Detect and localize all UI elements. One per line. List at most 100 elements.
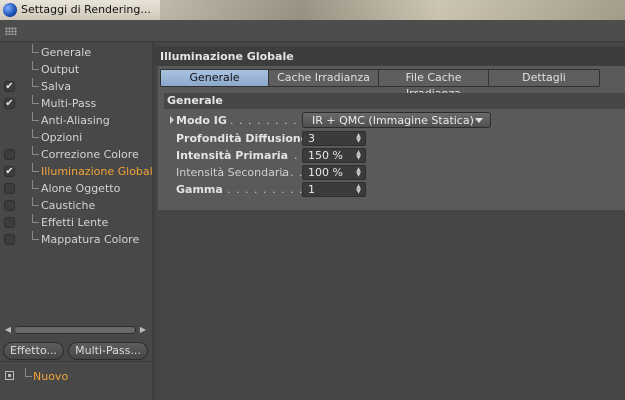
sidebar-item-label: Output	[41, 63, 80, 76]
separator	[0, 361, 152, 362]
expand-arrow-icon[interactable]	[170, 116, 174, 124]
stepper-icon[interactable]: ▲ ▼	[355, 133, 362, 144]
tree-branch	[32, 78, 39, 87]
checkbox[interactable]	[4, 149, 15, 160]
sidebar-item-label: Alone Oggetto	[41, 182, 121, 195]
gamma-label: Gamma	[176, 183, 223, 196]
checkbox[interactable]	[4, 217, 15, 228]
sidebar-item[interactable]: Caustiche	[0, 197, 152, 214]
sidebar-item-label: Anti-Aliasing	[41, 114, 110, 127]
grip-icon[interactable]	[5, 27, 17, 35]
tree-branch	[32, 163, 39, 172]
panel-header: Illuminazione Globale	[155, 47, 625, 66]
mode-dropdown[interactable]: IR + QMC (Immagine Statica)	[302, 112, 491, 128]
gamma-value: 1	[308, 183, 315, 196]
primary-dots: . . .	[276, 149, 299, 162]
sidebar-item[interactable]: Anti-Aliasing	[0, 112, 152, 129]
menu-bar	[0, 20, 625, 42]
tree-branch	[32, 95, 39, 104]
sidebar-item[interactable]: Correzione Colore	[0, 146, 152, 163]
checkbox-checked[interactable]: ✔	[4, 98, 15, 109]
tab-bar: Generale Cache Irradianza File Cache Irr…	[160, 69, 600, 100]
sidebar-item[interactable]: ✔ Multi-Pass	[0, 95, 152, 112]
render-setting-label: Nuovo	[33, 370, 69, 383]
sidebar-item-label: Multi-Pass	[41, 97, 97, 110]
tab-generale[interactable]: Generale	[161, 70, 269, 86]
stepper-icon[interactable]: ▲ ▼	[355, 167, 362, 178]
group-title: Generale	[167, 94, 223, 107]
scroll-left-icon[interactable]: ◀	[3, 325, 13, 335]
field-secondary: Intensità Secondaria . . . 100 % ▲ ▼	[158, 164, 625, 181]
sidebar-item-label: Illuminazione Globale	[41, 165, 160, 178]
scroll-right-icon[interactable]: ▶	[138, 325, 148, 335]
effect-button[interactable]: Effetto...	[3, 342, 64, 360]
sidebar-item[interactable]: ✔ Salva	[0, 78, 152, 95]
sidebar-item[interactable]: Alone Oggetto	[0, 180, 152, 197]
sidebar-item-label: Salva	[41, 80, 72, 93]
secondary-dots: . . .	[281, 166, 304, 179]
tree-branch	[32, 112, 39, 121]
sidebar-item-label: Correzione Colore	[41, 148, 139, 161]
sidebar-item[interactable]: Effetti Lente	[0, 214, 152, 231]
tree-branch	[32, 231, 39, 240]
horizontal-scrollbar[interactable]: ◀ ▶	[3, 325, 148, 335]
depth-label: Profondità Diffusione	[176, 132, 309, 145]
panel-title: Illuminazione Globale	[160, 50, 294, 63]
tab-dettagli[interactable]: Dettagli	[489, 70, 599, 86]
secondary-input[interactable]: 100 % ▲ ▼	[302, 165, 366, 180]
stepper-icon[interactable]: ▲ ▼	[355, 184, 362, 195]
tree-branch	[32, 129, 39, 138]
sidebar-item-label: Caustiche	[41, 199, 96, 212]
primary-value: 150 %	[308, 149, 343, 162]
mode-value: IR + QMC (Immagine Statica)	[312, 114, 474, 127]
cinema4d-app-icon	[3, 3, 17, 17]
tree-branch	[32, 180, 39, 189]
field-primary: Intensità Primaria . . . 150 % ▲ ▼	[158, 147, 625, 164]
stepper-icon[interactable]: ▲ ▼	[355, 150, 362, 161]
tree-branch	[32, 44, 39, 53]
mode-label: Modo IG	[176, 114, 227, 127]
tree-branch	[32, 61, 39, 70]
secondary-label: Intensità Secondaria	[176, 166, 290, 179]
sidebar-item[interactable]: Output	[0, 61, 152, 78]
chevron-down-icon	[475, 118, 483, 123]
checkbox-checked[interactable]: ✔	[4, 81, 15, 92]
tab-cache-irradianza[interactable]: Cache Irradianza	[269, 70, 379, 86]
scroll-track[interactable]	[15, 326, 136, 334]
settings-panel: Illuminazione Globale Generale Cache Irr…	[155, 42, 625, 400]
tab-file-cache-irradianza[interactable]: File Cache Irradianza	[379, 70, 489, 100]
render-setting-item[interactable]: Nuovo	[0, 368, 152, 386]
checkbox[interactable]	[4, 234, 15, 245]
sidebar-item-label: Generale	[41, 46, 92, 59]
sidebar-item-label: Effetti Lente	[41, 216, 109, 229]
settings-sidebar: Generale Output ✔ Salva ✔ Multi-Pass Anti-Alia…	[0, 42, 159, 400]
background-desktop	[160, 0, 625, 20]
title-bar: Settaggi di Rendering...	[0, 0, 625, 20]
tree-branch	[32, 214, 39, 223]
primary-label: Intensità Primaria	[176, 149, 289, 162]
primary-input[interactable]: 150 % ▲ ▼	[302, 148, 366, 163]
checkbox-checked[interactable]: ✔	[4, 166, 15, 177]
sidebar-item-label: Opzioni	[41, 131, 83, 144]
tree-branch	[25, 368, 32, 377]
field-mode: Modo IG . . . . . . . . . . . . IR + QMC…	[158, 112, 625, 129]
sidebar-item[interactable]: Mappatura Colore	[0, 231, 152, 248]
sidebar-item[interactable]: Opzioni	[0, 129, 152, 146]
field-depth: Profondità Diffusione 3 ▲ ▼	[158, 130, 625, 147]
depth-input[interactable]: 3 ▲ ▼	[302, 131, 366, 146]
tree-branch	[32, 146, 39, 155]
checkbox[interactable]	[4, 200, 15, 211]
gamma-input[interactable]: 1 ▲ ▼	[302, 182, 366, 197]
depth-value: 3	[308, 132, 315, 145]
checkbox[interactable]	[4, 183, 15, 194]
window-title: Settaggi di Rendering...	[21, 3, 151, 16]
scroll-thumb[interactable]	[15, 327, 135, 333]
render-setting-icon	[5, 371, 14, 380]
sidebar-item[interactable]: ✔ Illuminazione Globale	[0, 163, 159, 180]
multipass-button[interactable]: Multi-Pass...	[68, 342, 148, 360]
sidebar-item[interactable]: Generale	[0, 44, 152, 61]
field-gamma: Gamma . . . . . . . . . . . . . . 1 ▲ ▼	[158, 181, 625, 198]
tree-branch	[32, 197, 39, 206]
sidebar-item-label: Mappatura Colore	[41, 233, 140, 246]
settings-card: Generale Cache Irradianza File Cache Irr…	[158, 66, 625, 210]
